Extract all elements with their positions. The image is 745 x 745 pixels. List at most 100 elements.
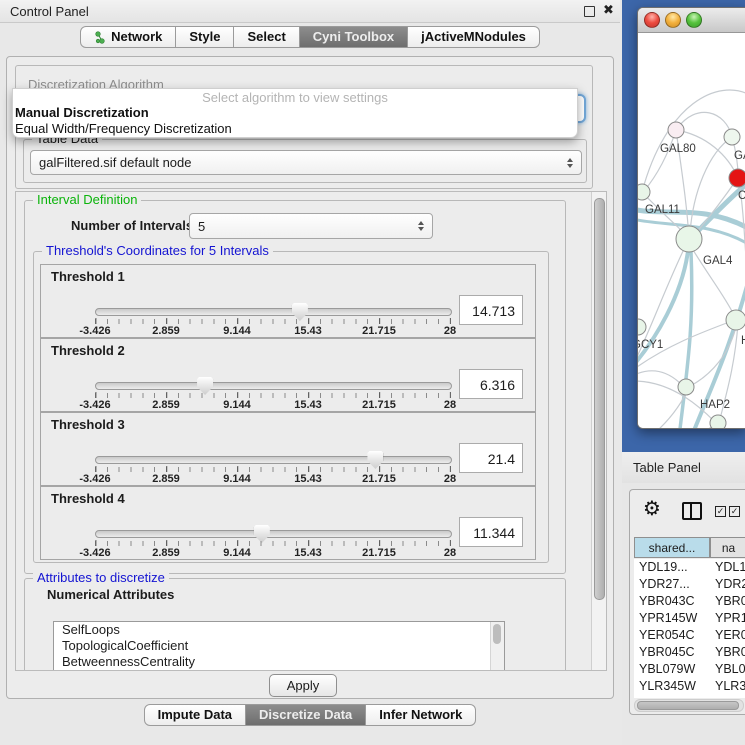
threshold-panel: Threshold 2 -3.4262.8599.14415.4321.7152… <box>40 338 536 412</box>
slider-track[interactable] <box>95 456 452 464</box>
cell-shared-name[interactable]: YDL19... <box>634 559 708 576</box>
table-row[interactable]: YBR045CYBR0 <box>634 644 745 661</box>
threshold-slider[interactable]: -3.4262.8599.14415.4321.71528 <box>95 306 450 336</box>
network-node[interactable] <box>729 169 745 187</box>
table-data-combo[interactable]: galFiltered.sif default node <box>30 150 582 175</box>
cell-shared-name[interactable]: YPR145W <box>634 610 708 627</box>
table-row[interactable]: YDL19...YDL1 <box>634 559 745 576</box>
table-row[interactable]: YPR145WYPR1 <box>634 610 745 627</box>
checkbox-icon[interactable]: ✓ <box>715 506 726 517</box>
slider-track[interactable] <box>95 382 452 390</box>
attribute-item[interactable]: TopologicalCoefficient <box>54 638 504 654</box>
cell-name[interactable]: YBL0 <box>708 661 745 678</box>
tab-select[interactable]: Select <box>234 26 299 48</box>
settings-scrollbar[interactable] <box>591 192 606 670</box>
cell-shared-name[interactable]: YBL079W <box>634 661 708 678</box>
tab-infer-network[interactable]: Infer Network <box>366 704 476 726</box>
cell-shared-name[interactable]: YBR045C <box>634 644 708 661</box>
threshold-slider[interactable]: -3.4262.8599.14415.4321.71528 <box>95 380 450 410</box>
threshold-value-field[interactable]: 11.344 <box>459 517 523 547</box>
threshold-slider[interactable]: -3.4262.8599.14415.4321.71528 <box>95 454 450 484</box>
cell-name[interactable]: YBR0 <box>708 593 745 610</box>
tick-label: -3.426 <box>79 399 110 411</box>
tab-cyni-toolbox[interactable]: Cyni Toolbox <box>300 26 408 48</box>
network-canvas[interactable]: GAL80GACGAL11GAL4GCY1HHAP2 <box>638 33 745 428</box>
slider-ticks <box>95 467 450 472</box>
tick-label: 21.715 <box>362 547 396 559</box>
network-node[interactable] <box>638 184 650 200</box>
horizontal-scrollbar[interactable] <box>634 699 744 712</box>
table-row[interactable]: YBL079WYBL0 <box>634 661 745 678</box>
tab-discretize-data[interactable]: Discretize Data <box>246 704 366 726</box>
slider-track[interactable] <box>95 530 452 538</box>
attribute-item[interactable]: BetweennessCentrality <box>54 654 504 670</box>
tick-label: 9.144 <box>223 547 251 559</box>
cell-shared-name[interactable]: YLR345W <box>634 678 708 695</box>
list-scrollbar[interactable] <box>490 622 504 671</box>
network-window[interactable]: GAL80GACGAL11GAL4GCY1HHAP2 <box>637 7 745 429</box>
threshold-slider[interactable]: -3.4262.8599.14415.4321.71528 <box>95 528 450 558</box>
close-icon[interactable]: ✖ <box>603 2 614 18</box>
table-row[interactable]: YBR043CYBR0 <box>634 593 745 610</box>
numerical-attributes-list[interactable]: SelfLoopsTopologicalCoefficientBetweenne… <box>53 621 505 671</box>
checkbox-icon[interactable]: ✓ <box>729 506 740 517</box>
combo-spinner-icon <box>418 221 424 231</box>
network-node[interactable] <box>668 122 684 138</box>
table-row[interactable]: YER054CYER0 <box>634 627 745 644</box>
horizontal-scrollbar-thumb[interactable] <box>637 701 739 710</box>
cell-name[interactable]: YBR0 <box>708 644 745 661</box>
network-node[interactable] <box>710 415 726 428</box>
cell-name[interactable]: YIL0 <box>708 695 745 698</box>
zoom-traffic-light[interactable] <box>686 12 702 28</box>
cell-name[interactable]: YLR3 <box>708 678 745 695</box>
columns-icon[interactable] <box>682 502 702 520</box>
apply-button[interactable]: Apply <box>269 674 337 697</box>
column-header-shared-name[interactable]: shared... <box>634 537 710 558</box>
slider-track[interactable] <box>95 308 452 316</box>
tick-label: 9.144 <box>223 325 251 337</box>
tab-network[interactable]: Network <box>80 26 176 48</box>
threshold-value-field[interactable]: 21.4 <box>459 443 523 473</box>
attribute-item[interactable]: SelfLoops <box>54 622 504 638</box>
number-of-intervals-combo[interactable]: 5 <box>189 213 433 239</box>
numerical-attributes-label: Numerical Attributes <box>47 587 174 602</box>
network-window-titlebar[interactable] <box>638 8 745 33</box>
cell-name[interactable]: YPR1 <box>708 610 745 627</box>
tick-label: 2.859 <box>152 399 180 411</box>
tab-style[interactable]: Style <box>176 26 234 48</box>
cell-name[interactable]: YDR2 <box>708 576 745 593</box>
network-node[interactable] <box>678 379 694 395</box>
dropdown-placeholder[interactable]: Select algorithm to view settings <box>13 89 577 105</box>
table-row[interactable]: YDR27...YDR2 <box>634 576 745 593</box>
table-rows[interactable]: YDL19...YDL1YDR27...YDR2YBR043CYBR0YPR14… <box>634 559 745 698</box>
threshold-value-field[interactable]: 6.316 <box>459 369 523 399</box>
gear-icon[interactable]: ⚙ <box>643 496 661 521</box>
network-node[interactable] <box>676 226 702 252</box>
panel-title: Control Panel <box>10 4 89 19</box>
network-node[interactable] <box>638 319 646 335</box>
table-row[interactable]: YLR345WYLR3 <box>634 678 745 695</box>
tick-label: 15.43 <box>294 325 322 337</box>
dropdown-option-manual[interactable]: Manual Discretization <box>13 105 577 121</box>
tab-jactivemnodules[interactable]: jActiveMNodules <box>408 26 540 48</box>
table-row[interactable]: YIL052CYIL0 <box>634 695 745 698</box>
dropdown-option-equal-width[interactable]: Equal Width/Frequency Discretization <box>13 121 577 137</box>
threshold-label: Threshold 2 <box>51 343 125 358</box>
network-node[interactable] <box>726 310 745 330</box>
list-scrollbar-thumb[interactable] <box>493 624 501 644</box>
minimize-traffic-light[interactable] <box>665 12 681 28</box>
cell-shared-name[interactable]: YDR27... <box>634 576 708 593</box>
cell-name[interactable]: YDL1 <box>708 559 745 576</box>
cell-name[interactable]: YER0 <box>708 627 745 644</box>
cell-shared-name[interactable]: YER054C <box>634 627 708 644</box>
float-window-icon[interactable] <box>584 6 595 17</box>
cell-shared-name[interactable]: YIL052C <box>634 695 708 698</box>
close-traffic-light[interactable] <box>644 12 660 28</box>
network-node[interactable] <box>724 129 740 145</box>
threshold-value-field[interactable]: 14.713 <box>459 295 523 325</box>
settings-scrollbar-thumb[interactable] <box>594 198 605 600</box>
tab-impute-data[interactable]: Impute Data <box>144 704 246 726</box>
cell-shared-name[interactable]: YBR043C <box>634 593 708 610</box>
node-label: C <box>738 190 745 202</box>
column-header-name[interactable]: na <box>710 537 745 558</box>
